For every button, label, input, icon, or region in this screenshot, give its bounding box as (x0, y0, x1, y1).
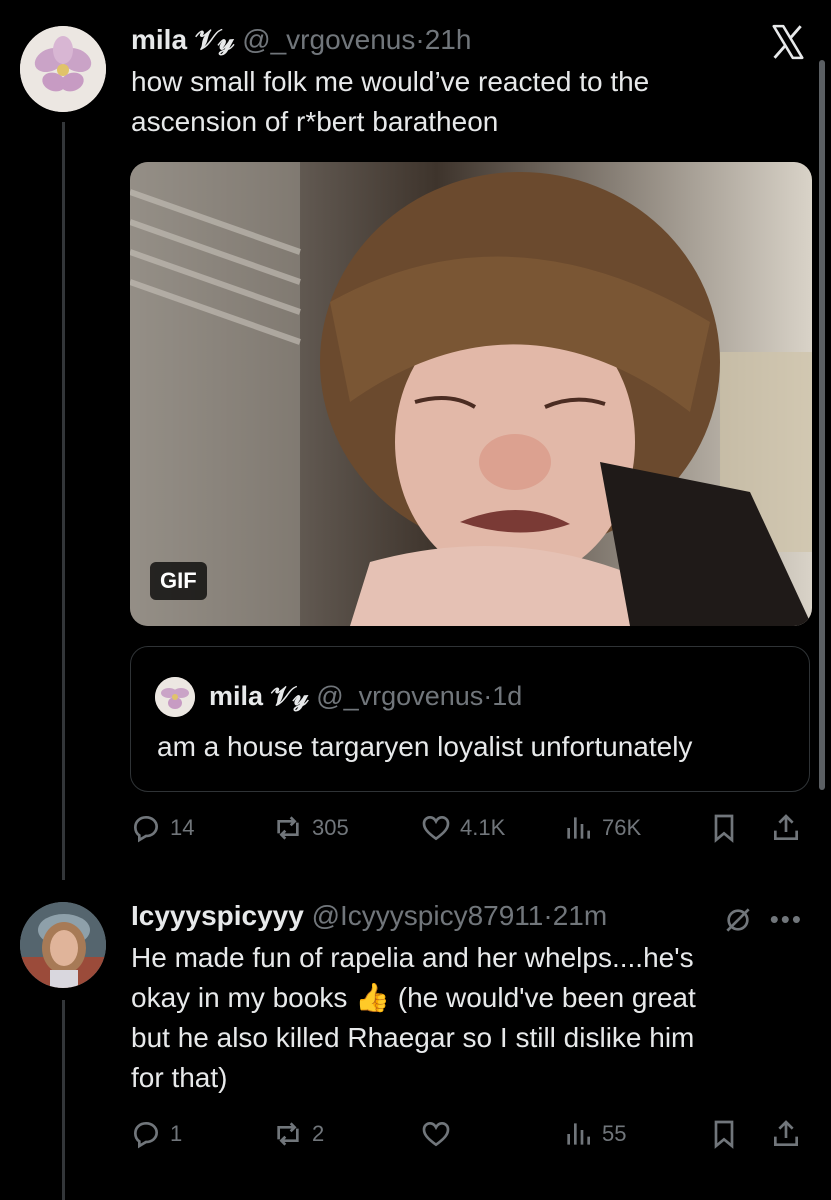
gif-media[interactable]: GIF (130, 162, 812, 626)
orchid-avatar-image (20, 26, 106, 112)
gif-badge: GIF (150, 562, 207, 600)
reply-icon (133, 815, 159, 843)
quote-name-emoji: 𝒱𝓎 (270, 681, 309, 711)
tweet2-text-line: but he also killed Rhaegar so I still di… (131, 1022, 695, 1053)
repost-button[interactable]: 2 (272, 1118, 324, 1150)
tweet2-action-bar: 1 2 55 (130, 1118, 810, 1158)
quote-separator: · (483, 681, 493, 711)
views-button[interactable]: 76K (562, 812, 641, 844)
share-icon (774, 1120, 798, 1146)
avatar-icyyyspicyyy[interactable] (20, 902, 106, 988)
share-button[interactable] (770, 1118, 802, 1150)
tweet1-header: mila 𝒱𝓎 @_vrgovenus·21h (131, 24, 471, 57)
tweet2-text-line: for that) (131, 1062, 228, 1093)
bookmark-icon (714, 1120, 734, 1149)
tweet2-text-fragment: (he would've been great (389, 982, 696, 1013)
share-icon (774, 814, 798, 840)
views-count: 76K (602, 815, 642, 840)
quote-avatar[interactable] (155, 677, 195, 717)
bookmark-icon (714, 814, 734, 843)
separator: · (415, 24, 425, 55)
thumbs-up-emoji: 👍 (355, 982, 390, 1013)
quote-text: am a house targaryen loyalist unfortunat… (157, 731, 693, 762)
repost-count: 2 (312, 1121, 325, 1146)
quote-header: mila 𝒱𝓎 @_vrgovenus·1d (209, 681, 522, 713)
quote-handle: @_vrgovenus (316, 681, 484, 711)
thread-line (62, 1000, 65, 1200)
display-name[interactable]: Icyyyspicyyy (131, 900, 304, 931)
repost-count: 305 (312, 815, 349, 840)
scrollbar[interactable] (819, 60, 825, 790)
views-icon (567, 817, 590, 839)
reply-button[interactable]: 1 (130, 1118, 182, 1150)
like-icon (422, 815, 450, 841)
repost-icon (277, 1122, 299, 1146)
share-button[interactable] (770, 812, 802, 844)
reply-button[interactable]: 14 (130, 812, 194, 844)
quoted-tweet[interactable]: mila 𝒱𝓎 @_vrgovenus·1d am a house targar… (130, 646, 810, 792)
like-button[interactable] (420, 1118, 460, 1150)
repost-icon (277, 816, 299, 840)
bookmark-button[interactable] (708, 1118, 740, 1150)
name-emoji: 𝒱𝓎 (194, 24, 235, 55)
reply-icon (133, 1121, 159, 1149)
tweet1-action-bar: 14 305 4.1K 76K (130, 812, 810, 852)
grok-icon[interactable] (722, 904, 754, 936)
timestamp[interactable]: 21h (425, 24, 472, 55)
like-count: 4.1K (460, 815, 506, 840)
like-icon (422, 1121, 450, 1147)
quote-display-name: mila (209, 681, 264, 711)
tweet2-text-fragment: okay in my books (131, 982, 356, 1013)
reply-count: 1 (170, 1121, 183, 1146)
avatar-mila[interactable] (20, 26, 106, 112)
thread-line (62, 122, 65, 880)
timestamp[interactable]: 21m (553, 900, 607, 931)
tweet2-text-line: okay in my books 👍 (he would've been gre… (131, 978, 781, 1018)
handle[interactable]: @Icyyyspicy87911 (312, 900, 544, 931)
tweet2-text-line: He made fun of rapelia and her whelps...… (131, 942, 694, 973)
crying-girl-gif-image (130, 162, 812, 626)
more-options-button[interactable]: ••• (770, 904, 803, 935)
views-button[interactable]: 55 (562, 1118, 626, 1150)
bookmark-button[interactable] (708, 812, 740, 844)
repost-button[interactable]: 305 (272, 812, 349, 844)
x-logo-icon[interactable] (769, 22, 807, 62)
tweet1-text: how small folk me would’ve reacted to th… (131, 66, 650, 137)
reply-count: 14 (170, 815, 195, 840)
quote-timestamp: 1d (492, 681, 523, 711)
views-icon (567, 1123, 590, 1145)
handle[interactable]: @_vrgovenus (242, 24, 415, 55)
like-button[interactable]: 4.1K (420, 812, 505, 844)
display-name[interactable]: mila (131, 24, 187, 55)
profile-photo-image (20, 902, 106, 988)
orchid-avatar-small-image (155, 677, 195, 717)
views-count: 55 (602, 1121, 627, 1146)
separator: · (543, 900, 553, 931)
tweet2-text: He made fun of rapelia and her whelps...… (131, 938, 781, 1098)
tweet2-header: Icyyyspicyyy @Icyyyspicy87911·21m (131, 900, 607, 932)
